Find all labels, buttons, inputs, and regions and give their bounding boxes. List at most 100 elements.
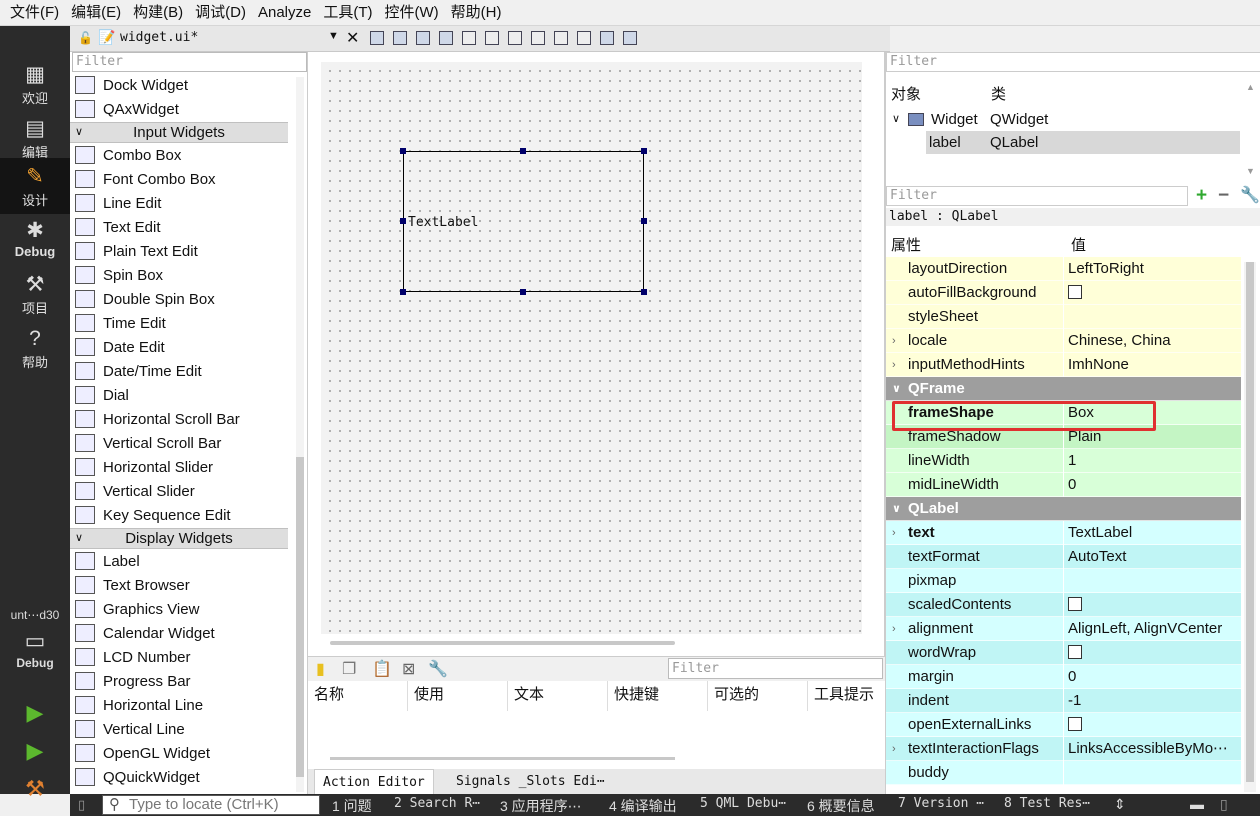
output-pane-compile[interactable]: 4 编译输出 <box>609 796 677 816</box>
property-group-header[interactable]: ∨ QLabel <box>886 497 1241 521</box>
widget-box-item[interactable]: Date Edit <box>70 335 288 359</box>
property-value[interactable]: AlignLeft, AlignVCenter <box>1068 617 1238 641</box>
widget-box-item[interactable]: Plain Text Edit <box>70 239 288 263</box>
property-row[interactable]: scaledContents <box>886 593 1241 617</box>
chevron-right-icon[interactable]: › <box>892 521 896 545</box>
build-hammer-icon[interactable]: ⚒ <box>22 776 48 802</box>
configure-icon[interactable]: 🔧 <box>1240 185 1260 207</box>
column-header[interactable]: 名称 <box>308 681 408 711</box>
resize-handle[interactable] <box>400 148 406 154</box>
column-header-value[interactable]: 值 <box>1071 234 1086 255</box>
menu-analyze[interactable]: Analyze <box>252 0 317 26</box>
progress-toggle-icon[interactable]: ▬ <box>1190 796 1204 812</box>
add-property-icon[interactable]: + <box>1196 185 1207 207</box>
property-row[interactable]: › text TextLabel <box>886 521 1241 545</box>
chevron-updown-icon[interactable]: ⇕ <box>1114 796 1126 813</box>
property-row[interactable]: textFormat AutoText <box>886 545 1241 569</box>
column-header[interactable]: 文本 <box>508 681 608 711</box>
edit-widgets-icon[interactable] <box>370 31 384 45</box>
widget-box-item[interactable]: QQuickWidget <box>70 765 288 789</box>
action-table-scrollbar[interactable] <box>330 757 675 760</box>
column-header-class[interactable]: 类 <box>991 83 1006 104</box>
output-pane-version[interactable]: 7 Version ⋯ <box>898 796 984 811</box>
property-checkbox[interactable] <box>1068 281 1238 305</box>
widget-box-item[interactable]: Vertical Slider <box>70 479 288 503</box>
property-row[interactable]: indent -1 <box>886 689 1241 713</box>
resize-handle[interactable] <box>641 218 647 224</box>
widget-box-item[interactable]: Spin Box <box>70 263 288 287</box>
resize-handle[interactable] <box>520 289 526 295</box>
column-header[interactable]: 工具提示 <box>808 681 885 711</box>
object-filter-input[interactable]: Filter <box>886 52 1260 72</box>
menu-build[interactable]: 构建(B) <box>127 0 189 26</box>
adjust-size-icon[interactable] <box>623 31 637 45</box>
property-group-header[interactable]: ∨ QFrame <box>886 377 1241 401</box>
property-filter-input[interactable]: Filter <box>886 186 1188 206</box>
edit-tab-order-icon[interactable] <box>439 31 453 45</box>
menu-edit[interactable]: 编辑(E) <box>65 0 127 26</box>
resize-handle[interactable] <box>641 148 647 154</box>
output-pane-search[interactable]: 2 Search R⋯ <box>394 796 480 811</box>
output-pane-issues[interactable]: 1 问题 <box>332 796 372 816</box>
layout-splitter-v-icon[interactable] <box>531 31 545 45</box>
debug-run-icon[interactable]: ▶ <box>22 738 48 764</box>
property-row[interactable]: › textInteractionFlags LinksAccessibleByMo… <box>886 737 1241 761</box>
menu-tools[interactable]: 工具(T) <box>317 0 378 26</box>
property-value[interactable]: 0 <box>1068 665 1238 689</box>
locator-input[interactable]: ⚲ Type to locate (Ctrl+K) <box>102 795 320 815</box>
widget-box-item[interactable]: Vertical Line <box>70 717 288 741</box>
break-layout-icon[interactable] <box>600 31 614 45</box>
column-header[interactable]: 快捷键 <box>608 681 708 711</box>
object-row-label[interactable]: label QLabel <box>926 131 1240 154</box>
property-value[interactable]: 1 <box>1068 449 1238 473</box>
property-value[interactable]: -1 <box>1068 689 1238 713</box>
scrollbar-thumb[interactable] <box>296 457 304 777</box>
remove-property-icon[interactable]: − <box>1218 185 1229 207</box>
property-value[interactable]: ImhNone <box>1068 353 1238 377</box>
resize-handle[interactable] <box>400 218 406 224</box>
resize-handle[interactable] <box>400 289 406 295</box>
widget-box-item[interactable]: Date/Time Edit <box>70 359 288 383</box>
column-header-object[interactable]: 对象 <box>891 83 921 104</box>
widget-box-item[interactable]: Dial <box>70 383 288 407</box>
widget-box-item[interactable]: QAxWidget <box>70 97 288 121</box>
chevron-right-icon[interactable]: › <box>892 737 896 761</box>
widget-box-item[interactable]: Horizontal Line <box>70 693 288 717</box>
output-pane-qml-debug[interactable]: 5 QML Debu⋯ <box>700 796 786 811</box>
object-inspector-scrollbar[interactable]: ▲ ▼ <box>1244 80 1256 180</box>
toggle-right-sidebar-icon[interactable]: ▯ <box>1220 796 1228 813</box>
delete-action-icon[interactable]: ⊠ <box>402 659 415 679</box>
column-header[interactable]: 使用 <box>408 681 508 711</box>
action-filter-input[interactable]: Filter <box>668 658 883 679</box>
run-icon[interactable]: ▶ <box>22 700 48 726</box>
widget-box-scrollbar[interactable] <box>296 77 304 792</box>
chevron-down-icon[interactable]: ∨ <box>892 377 901 401</box>
property-row[interactable]: › locale Chinese, China <box>886 329 1241 353</box>
widget-filter-input[interactable]: Filter <box>72 52 307 72</box>
output-pane-app-output[interactable]: 3 应用程序⋯ <box>500 796 582 816</box>
tab-action-editor[interactable]: Action Editor <box>314 769 434 795</box>
scrollbar-thumb[interactable] <box>1246 262 1254 782</box>
column-header-property[interactable]: 属性 <box>891 234 921 255</box>
widget-box-item[interactable]: Key Sequence Edit <box>70 503 288 527</box>
property-value[interactable]: AutoText <box>1068 545 1238 569</box>
object-row-widget[interactable]: ∨ Widget QWidget <box>886 108 1241 131</box>
property-value[interactable]: 0 <box>1068 473 1238 497</box>
open-document-name[interactable]: widget.ui* <box>120 30 198 45</box>
copy-action-icon[interactable]: ❐ <box>342 659 356 679</box>
widget-box-item[interactable]: Horizontal Scroll Bar <box>70 407 288 431</box>
widget-box-item[interactable]: Dock Widget <box>70 73 288 97</box>
menu-file[interactable]: 文件(F) <box>4 0 65 26</box>
property-editor-scrollbar[interactable] <box>1244 262 1256 792</box>
mode-help[interactable]: ? 帮助 <box>0 326 70 380</box>
property-row[interactable]: autoFillBackground <box>886 281 1241 305</box>
widget-box-item[interactable]: Double Spin Box <box>70 287 288 311</box>
widget-box-item[interactable]: Vertical Scroll Bar <box>70 431 288 455</box>
chevron-right-icon[interactable]: › <box>892 329 896 353</box>
new-action-icon[interactable]: ▮ <box>316 659 325 679</box>
property-row[interactable]: wordWrap <box>886 641 1241 665</box>
output-pane-general[interactable]: 6 概要信息 <box>807 796 875 816</box>
widget-box-item[interactable]: Line Edit <box>70 191 288 215</box>
menu-help[interactable]: 帮助(H) <box>445 0 508 26</box>
output-pane-test-results[interactable]: 8 Test Res⋯ <box>1004 796 1090 811</box>
